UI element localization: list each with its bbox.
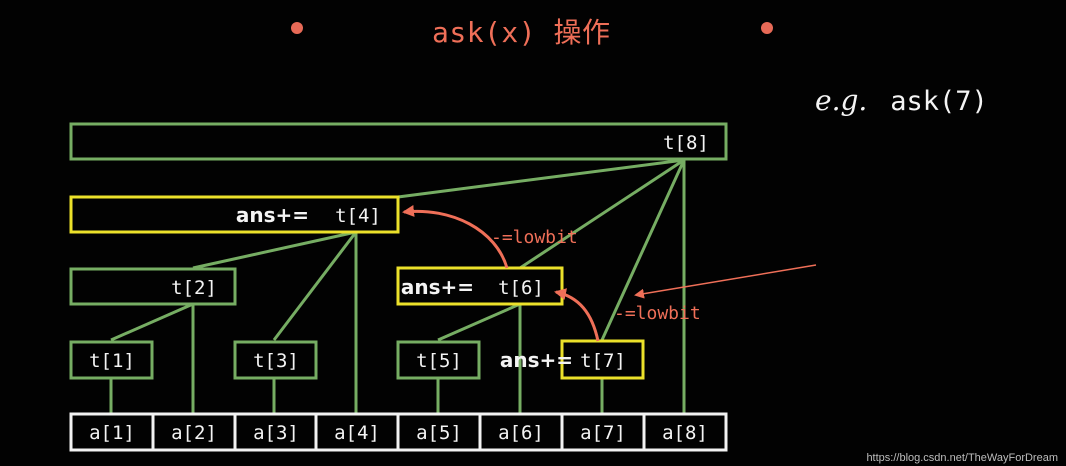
label-t4: t[4] [335,205,381,227]
array-cell-label: a[3] [253,422,299,444]
slide-canvas: ask(x) 操作 e.g. ask(7) t[8] ans+= t[4] t[… [0,0,1066,466]
label-t7: t[7] [580,350,626,372]
label-t1: t[1] [89,350,135,372]
watermark-url: https://blog.csdn.net/TheWayForDream [866,452,1058,464]
array-cell-label: a[8] [662,422,708,444]
label-t2: t[2] [171,277,217,299]
label-t3: t[3] [253,350,299,372]
pointer-line [634,264,817,299]
ans-label-t4: ans+= [236,203,309,227]
array-cell-label: a[1] [89,422,135,444]
array-cell-label: a[2] [171,422,217,444]
ans-label-t6: ans+= [401,275,474,299]
edge-t8-t4 [397,158,685,199]
lowbit-label-lower: -=lowbit [614,303,701,324]
ans-label-t7: ans+= [500,348,573,372]
node-t8 [69,122,728,161]
lowbit-label-upper: -=lowbit [491,227,578,248]
fenwick-tree-diagram: t[8] ans+= t[4] t[2] ans+= t[6] t[1] t[3… [69,122,817,452]
label-t8: t[8] [663,132,709,154]
array-cell-label: a[6] [498,422,544,444]
lowbit-labels: -=lowbit -=lowbit [491,227,701,324]
edge-t6-t5 [437,302,521,342]
label-t6: t[6] [498,277,544,299]
array-cell-label: a[7] [580,422,626,444]
array-cell-label: a[5] [416,422,462,444]
edge-t2-t1 [110,302,194,342]
array-cell-label: a[4] [334,422,380,444]
label-t5: t[5] [416,350,462,372]
